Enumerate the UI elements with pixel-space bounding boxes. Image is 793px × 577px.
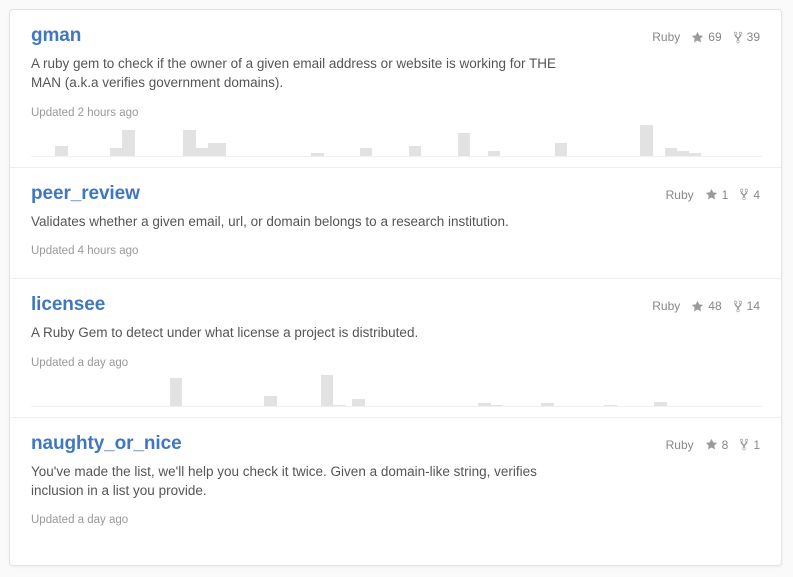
repository-description: A ruby gem to check if the owner of a gi…	[31, 56, 556, 90]
star-count: 69	[708, 30, 722, 44]
repository-header: peer_review Ruby 1 4	[31, 182, 760, 206]
commit-activity-sparkline	[31, 373, 762, 407]
repository-meta: Ruby 48 14	[652, 293, 760, 313]
repository-name-link[interactable]: licensee	[31, 293, 105, 317]
stargazers-stat[interactable]: 1	[705, 187, 729, 202]
repository-header: licensee Ruby 48 14	[31, 293, 760, 317]
sparkline-bar	[660, 401, 667, 406]
star-count: 48	[708, 299, 722, 313]
sparkline-bar	[175, 377, 183, 406]
repository-header: naughty_or_nice Ruby 8 1	[31, 432, 760, 456]
repository-item: licensee Ruby 48 14 A Ruby Gem to detect und…	[10, 279, 781, 418]
repository-list: gman Ruby 69 39 A ruby gem to check if the o…	[10, 10, 781, 547]
sparkline-bar	[496, 404, 504, 406]
repository-meta: Ruby 69 39	[652, 24, 760, 44]
sparkline-bar	[366, 147, 373, 156]
star-icon	[691, 31, 704, 44]
stargazers-stat[interactable]: 48	[691, 299, 722, 313]
sparkline-bar	[695, 152, 702, 156]
repo-forked-icon	[739, 438, 749, 451]
forks-stat[interactable]: 14	[733, 299, 760, 313]
forks-stat[interactable]: 39	[733, 30, 760, 44]
repository-language: Ruby	[665, 187, 694, 202]
sparkline-bar	[610, 404, 617, 406]
repository-name-link[interactable]: naughty_or_nice	[31, 432, 182, 456]
sparkline-bar	[61, 145, 68, 156]
sparkline-bar	[414, 145, 421, 156]
sparkline-bar	[358, 398, 365, 406]
star-icon	[705, 188, 718, 201]
sparkline-bar	[547, 402, 554, 406]
repository-item: gman Ruby 69 39 A ruby gem to check if the o…	[10, 10, 781, 168]
repository-meta: Ruby 8 1	[666, 432, 760, 452]
repository-updated-time: Updated a day ago	[31, 356, 129, 369]
fork-count: 1	[753, 437, 760, 452]
fork-count: 4	[753, 187, 760, 202]
forks-stat[interactable]: 1	[739, 438, 760, 452]
repository-updated-time: Updated a day ago	[31, 514, 129, 526]
sparkline-bar	[646, 124, 653, 156]
star-icon	[705, 438, 718, 451]
repository-language: Ruby	[652, 299, 681, 313]
star-count: 1	[721, 187, 729, 202]
repository-language: Ruby	[652, 30, 681, 44]
repo-forked-icon	[733, 31, 743, 44]
repository-name-link[interactable]: gman	[31, 24, 81, 48]
sparkline-bar	[128, 129, 135, 156]
star-icon	[691, 300, 704, 313]
sparkline-bar	[561, 142, 568, 156]
sparkline-bar	[494, 150, 501, 156]
repository-item: peer_review Ruby 1 4 Validates whether a giv…	[10, 168, 781, 279]
forks-stat[interactable]: 4	[739, 188, 760, 202]
fork-count: 39	[746, 30, 760, 44]
repository-updated-time: Updated 2 hours ago	[31, 106, 139, 119]
repository-description: Validates whether a given email, url, or…	[31, 213, 509, 229]
commit-activity-sparkline	[31, 123, 762, 157]
sparkline-bar	[463, 132, 470, 156]
repository-header: gman Ruby 69 39	[31, 24, 760, 48]
fork-count: 14	[746, 299, 760, 313]
repository-updated-time: Updated 4 hours ago	[31, 245, 139, 257]
sparkline-bar	[339, 404, 346, 406]
sparkline-bar	[317, 152, 324, 156]
repository-name-link[interactable]: peer_review	[31, 182, 140, 206]
repository-description: A Ruby Gem to detect under what license …	[31, 325, 419, 340]
stargazers-stat[interactable]: 8	[705, 437, 729, 452]
repo-forked-icon	[733, 300, 743, 313]
repository-list-card: gman Ruby 69 39 A ruby gem to check if the o…	[9, 9, 782, 566]
repository-language: Ruby	[665, 437, 694, 452]
sparkline-bar	[219, 142, 226, 156]
repository-item: naughty_or_nice Ruby 8 1 You've made the lis…	[10, 418, 781, 548]
sparkline-bar	[270, 395, 277, 406]
repository-description: You've made the list, we'll help you che…	[31, 463, 537, 498]
star-count: 8	[721, 437, 729, 452]
repository-meta: Ruby 1 4	[666, 182, 760, 202]
repo-forked-icon	[739, 188, 749, 201]
sparkline-bar	[326, 374, 334, 406]
stargazers-stat[interactable]: 69	[691, 30, 722, 44]
